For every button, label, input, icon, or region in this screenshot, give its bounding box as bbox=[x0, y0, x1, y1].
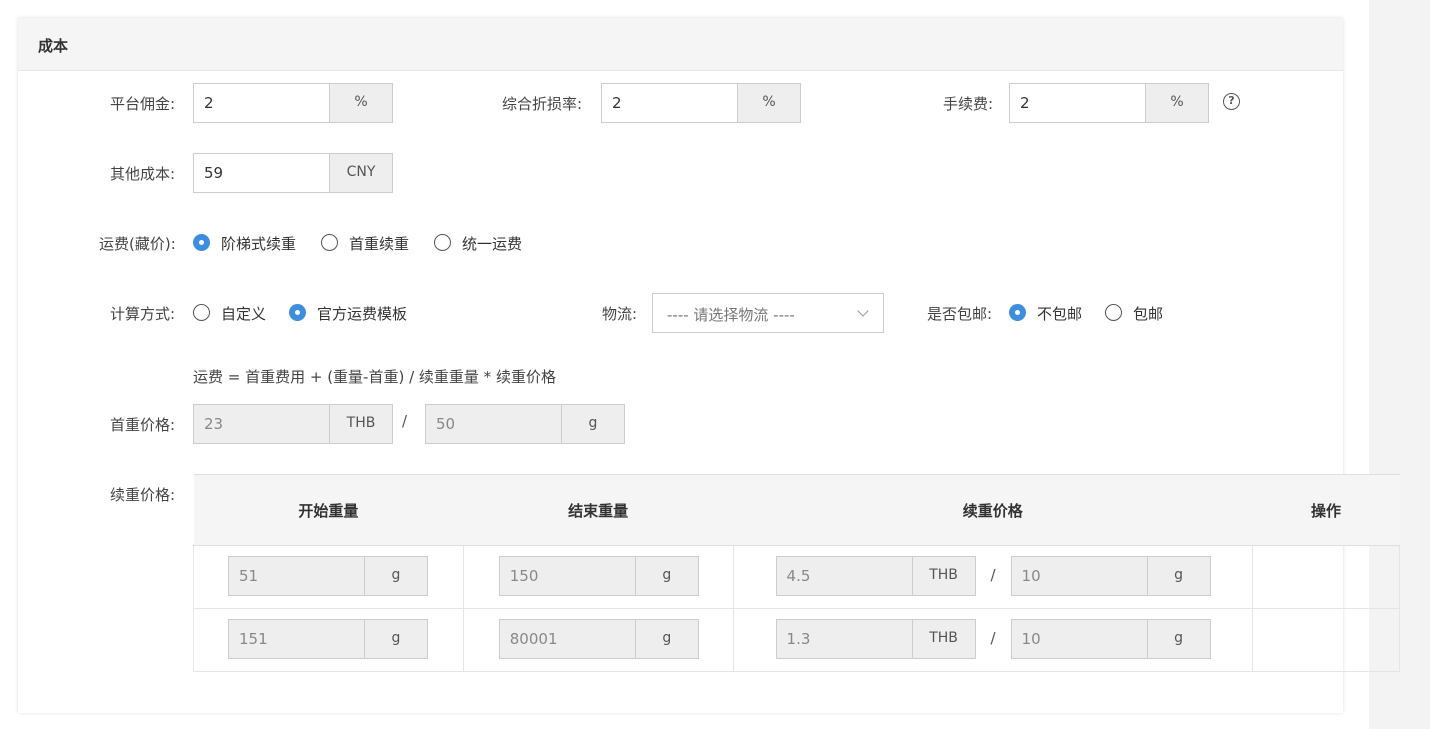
radio-flat-rate-label[interactable]: 统一运费 bbox=[462, 233, 522, 254]
other-cost-label: 其他成本: bbox=[110, 165, 176, 183]
calc-label: 计算方式: bbox=[110, 305, 176, 323]
tier-price-separator: / bbox=[990, 566, 996, 584]
radio-custom-label[interactable]: 自定义 bbox=[221, 303, 266, 324]
radio-official-template-label[interactable]: 官方运费模板 bbox=[317, 303, 407, 324]
loss-rate-input[interactable] bbox=[601, 83, 738, 123]
tier-cell-action bbox=[1252, 608, 1400, 672]
chevron-down-icon bbox=[857, 305, 869, 317]
fee-unit: % bbox=[1146, 83, 1209, 123]
first-weight-weight-input[interactable] bbox=[425, 404, 562, 444]
radio-official-template[interactable] bbox=[289, 304, 306, 321]
tier-start-group: g bbox=[228, 556, 428, 596]
tier-header-end: 结束重量 bbox=[463, 474, 734, 546]
commission-group: % bbox=[193, 83, 393, 123]
other-cost-unit: CNY bbox=[330, 153, 393, 193]
tier-cell-start: g bbox=[193, 545, 464, 609]
first-weight-price-input[interactable] bbox=[193, 404, 330, 444]
radio-custom[interactable] bbox=[193, 304, 210, 321]
radio-first-continued[interactable] bbox=[321, 234, 338, 251]
fee-input[interactable] bbox=[1009, 83, 1146, 123]
tier-price-currency: THB bbox=[912, 556, 976, 596]
tier-cell-price: THB / g bbox=[732, 545, 1254, 609]
first-weight-currency: THB bbox=[330, 404, 393, 444]
first-weight-label: 首重价格: bbox=[110, 416, 176, 434]
panel-title: 成本 bbox=[38, 37, 69, 55]
commission-unit: % bbox=[330, 83, 393, 123]
tier-end-input[interactable] bbox=[498, 556, 636, 596]
tier-per-group: g bbox=[1010, 556, 1211, 596]
tier-cell-end: g bbox=[462, 608, 734, 672]
radio-first-continued-label[interactable]: 首重续重 bbox=[349, 233, 409, 254]
fee-label: 手续费: bbox=[943, 95, 994, 113]
first-weight-weight-group: g bbox=[425, 404, 625, 444]
tier-price-input[interactable] bbox=[775, 556, 913, 596]
radio-tiered-weight-label[interactable]: 阶梯式续重 bbox=[221, 233, 296, 254]
tier-price-currency: THB bbox=[912, 619, 976, 659]
first-weight-separator: / bbox=[402, 412, 408, 430]
tier-start-unit: g bbox=[365, 556, 428, 596]
question-circle-icon[interactable]: ? bbox=[1223, 93, 1240, 110]
fee-group: % bbox=[1009, 83, 1209, 123]
tier-per-input[interactable] bbox=[1010, 556, 1148, 596]
first-weight-price-group: THB bbox=[193, 404, 393, 444]
tier-per-unit: g bbox=[1147, 556, 1211, 596]
tier-price-group: THB bbox=[775, 619, 976, 659]
tier-end-input[interactable] bbox=[498, 619, 636, 659]
loss-rate-label: 综合折损率: bbox=[502, 95, 583, 113]
commission-input[interactable] bbox=[193, 83, 330, 123]
logistics-select[interactable]: ---- 请选择物流 ---- bbox=[652, 293, 884, 333]
radio-not-free-label[interactable]: 不包邮 bbox=[1037, 303, 1082, 324]
other-cost-input[interactable] bbox=[193, 153, 330, 193]
tier-start-group: g bbox=[228, 619, 428, 659]
tier-per-input[interactable] bbox=[1010, 619, 1148, 659]
loss-rate-unit: % bbox=[738, 83, 801, 123]
logistics-label: 物流: bbox=[602, 305, 638, 323]
tier-price-separator: / bbox=[990, 629, 996, 647]
tier-cell-start: g bbox=[193, 608, 464, 672]
tier-cell-price: THB / g bbox=[732, 608, 1254, 672]
tier-end-group: g bbox=[498, 619, 699, 659]
tier-price-input[interactable] bbox=[775, 619, 913, 659]
radio-not-free[interactable] bbox=[1009, 304, 1026, 321]
tier-table: 开始重量 结束重量 续重价格 操作 g g THB bbox=[193, 474, 1400, 672]
tier-price-group: THB bbox=[775, 556, 976, 596]
tier-per-group: g bbox=[1010, 619, 1211, 659]
tier-header-action: 操作 bbox=[1252, 474, 1400, 546]
table-row: g g THB / g bbox=[193, 545, 1400, 609]
tier-per-unit: g bbox=[1147, 619, 1211, 659]
shipping-formula: 运费 = 首重费用 + (重量-首重) / 续重重量 * 续重价格 bbox=[193, 368, 556, 386]
tier-start-input[interactable] bbox=[228, 556, 365, 596]
tier-header-row: 开始重量 结束重量 续重价格 操作 bbox=[193, 474, 1400, 546]
tier-header-price: 续重价格 bbox=[733, 474, 1253, 546]
tier-end-unit: g bbox=[635, 619, 699, 659]
panel-header: 成本 bbox=[18, 18, 1343, 71]
free-shipping-label: 是否包邮: bbox=[927, 305, 993, 323]
tier-start-input[interactable] bbox=[228, 619, 365, 659]
logistics-select-placeholder: ---- 请选择物流 ---- bbox=[667, 306, 795, 324]
tier-cell-action bbox=[1252, 545, 1400, 609]
radio-free[interactable] bbox=[1105, 304, 1122, 321]
tier-start-unit: g bbox=[365, 619, 428, 659]
radio-tiered-weight[interactable] bbox=[193, 234, 210, 251]
table-row: g g THB / g bbox=[193, 608, 1400, 672]
tier-label: 续重价格: bbox=[110, 486, 176, 504]
tier-end-group: g bbox=[498, 556, 699, 596]
first-weight-unit: g bbox=[562, 404, 625, 444]
tier-header-start: 开始重量 bbox=[193, 474, 464, 546]
other-cost-group: CNY bbox=[193, 153, 393, 193]
tier-end-unit: g bbox=[635, 556, 699, 596]
loss-rate-group: % bbox=[601, 83, 801, 123]
radio-flat-rate[interactable] bbox=[434, 234, 451, 251]
shipping-label: 运费(藏价): bbox=[99, 235, 176, 253]
tier-cell-end: g bbox=[462, 545, 734, 609]
radio-free-label[interactable]: 包邮 bbox=[1133, 303, 1163, 324]
commission-label: 平台佣金: bbox=[110, 95, 176, 113]
